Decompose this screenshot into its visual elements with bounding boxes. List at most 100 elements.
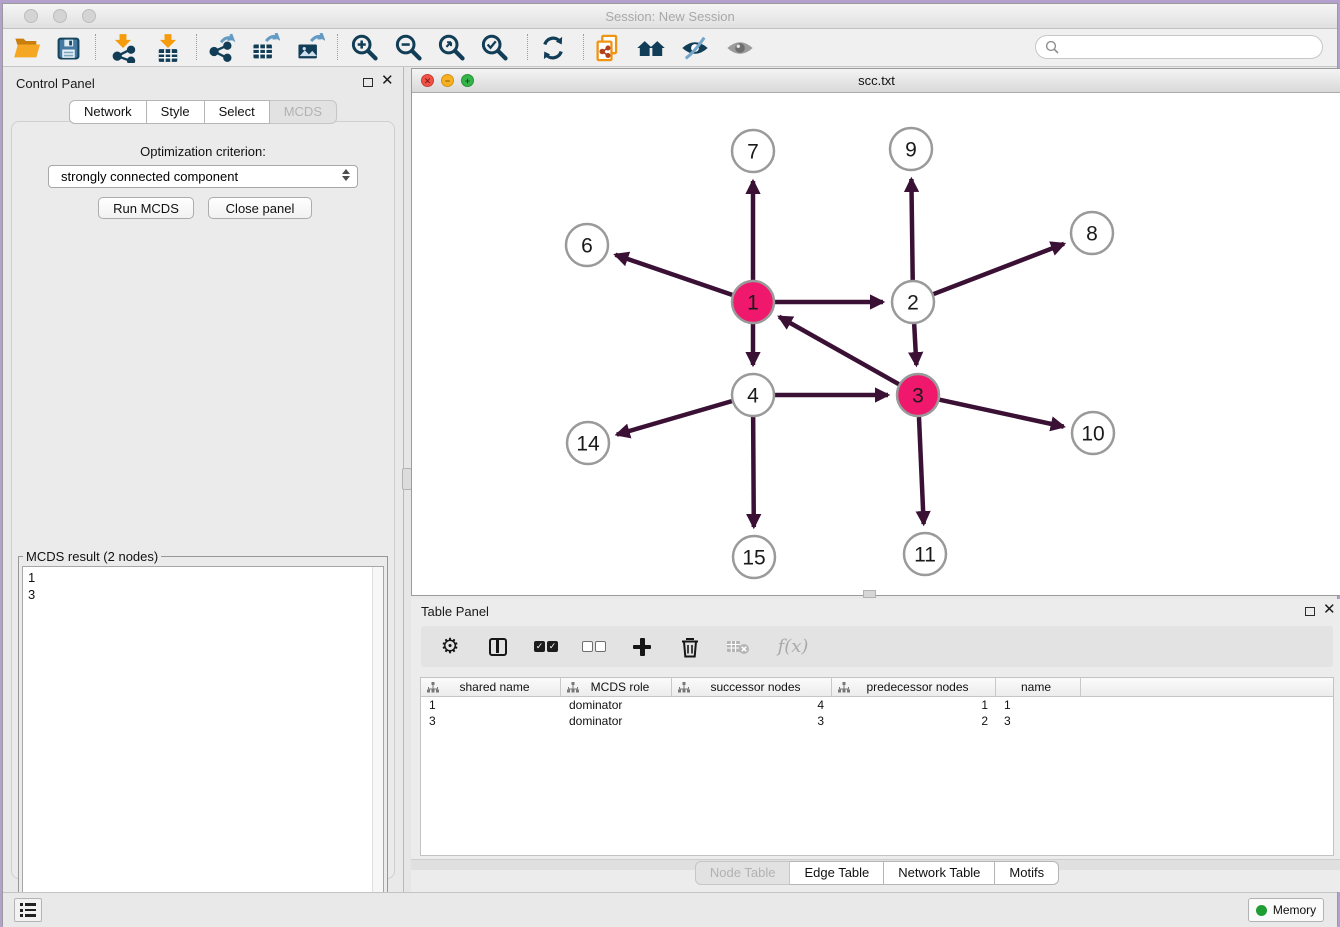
cell-shared-name[interactable]: 3: [421, 714, 561, 728]
tab-network[interactable]: Network: [69, 100, 147, 124]
export-table-icon[interactable]: [248, 32, 282, 64]
select-all-rows-icon[interactable]: ✓✓: [533, 634, 559, 660]
close-table-panel-icon[interactable]: ✕: [1323, 605, 1336, 615]
cell-name[interactable]: 3: [996, 714, 1081, 728]
cell-predecessor-nodes[interactable]: 1: [832, 698, 996, 712]
column-visibility-icon[interactable]: [485, 634, 511, 660]
control-panel: Control Panel ✕ Network Style Select MCD…: [3, 67, 404, 892]
add-column-icon[interactable]: [629, 634, 655, 660]
application-window: Session: New Session: [2, 3, 1338, 926]
graph-edge-3-1[interactable]: [779, 317, 899, 384]
float-panel-icon[interactable]: [363, 78, 373, 87]
table-settings-gear-icon[interactable]: ⚙: [437, 634, 463, 660]
optimization-criterion-select[interactable]: strongly connected component: [48, 165, 358, 188]
tab-mcds[interactable]: MCDS: [270, 100, 337, 124]
tab-style[interactable]: Style: [147, 100, 205, 124]
tab-edge-table[interactable]: Edge Table: [790, 861, 884, 885]
control-panel-tabs: Network Style Select MCDS: [3, 100, 403, 124]
network-view-window: ✕ − + scc.txt 7968124314101511: [411, 68, 1340, 596]
graph-edge-2-8[interactable]: [934, 244, 1064, 294]
close-panel-button[interactable]: Close panel: [208, 197, 312, 219]
toolbar-separator: [196, 34, 198, 60]
network-window-title: scc.txt: [412, 73, 1340, 88]
tab-network-table[interactable]: Network Table: [884, 861, 995, 885]
graph-edge-1-6[interactable]: [615, 255, 732, 295]
search-input[interactable]: [1064, 39, 1322, 56]
table-row[interactable]: 1 dominator 4 1 1: [421, 697, 1333, 713]
cell-successor-nodes[interactable]: 4: [672, 698, 832, 712]
deselect-all-rows-icon[interactable]: [581, 634, 607, 660]
table-tabs: Node Table Edge Table Network Table Moti…: [411, 861, 1340, 885]
import-network-icon[interactable]: [106, 32, 140, 64]
column-header-successor-nodes[interactable]: successor nodes: [672, 678, 832, 696]
cell-shared-name[interactable]: 1: [421, 698, 561, 712]
export-network-icon[interactable]: [204, 32, 238, 64]
zoom-fit-icon[interactable]: [434, 32, 468, 64]
network-graph[interactable]: 7968124314101511: [412, 93, 1340, 595]
column-header-shared-name[interactable]: shared name: [421, 678, 561, 696]
export-image-icon[interactable]: [293, 32, 327, 64]
zoom-out-icon[interactable]: [391, 32, 425, 64]
mcds-result-group: MCDS result (2 nodes) 1 3: [18, 549, 388, 927]
toolbar-separator: [583, 34, 585, 60]
float-table-panel-icon[interactable]: [1305, 607, 1315, 616]
graph-node-label-8: 8: [1086, 222, 1098, 245]
node-table: shared name MCDS role successor nodes pr…: [420, 677, 1334, 856]
cell-predecessor-nodes[interactable]: 2: [832, 714, 996, 728]
save-session-icon[interactable]: [51, 32, 85, 64]
graph-edge-4-14[interactable]: [617, 401, 732, 434]
horizontal-splitter-grip[interactable]: [863, 590, 876, 598]
search-field[interactable]: [1035, 35, 1323, 59]
home-layout-icon[interactable]: [634, 32, 668, 64]
status-bar: Memory: [3, 892, 1337, 927]
list-icon: [20, 903, 36, 917]
search-icon: [1045, 40, 1059, 54]
zoom-in-icon[interactable]: [347, 32, 381, 64]
column-header-mcds-role[interactable]: MCDS role: [561, 678, 672, 696]
duplicate-network-icon[interactable]: [591, 32, 625, 64]
graph-edge-3-11[interactable]: [919, 417, 924, 524]
close-panel-icon[interactable]: ✕: [381, 76, 394, 86]
table-panel: Table Panel ✕ ⚙ ✓✓ f(x) shared name: [411, 599, 1340, 892]
table-toolbar: ⚙ ✓✓ f(x): [421, 626, 1333, 667]
toolbar-separator: [95, 34, 97, 60]
toolbar-separator: [527, 34, 529, 60]
delete-column-icon[interactable]: [677, 634, 703, 660]
delete-table-icon-disabled: [725, 634, 751, 660]
cell-mcds-role[interactable]: dominator: [561, 714, 672, 728]
graph-edges: [615, 179, 1064, 527]
memory-status-icon: [1256, 905, 1267, 916]
tab-select[interactable]: Select: [205, 100, 270, 124]
column-header-name[interactable]: name: [996, 678, 1081, 696]
mcds-result-legend: MCDS result (2 nodes): [23, 549, 161, 564]
tab-motifs[interactable]: Motifs: [995, 861, 1059, 885]
refresh-icon[interactable]: [536, 32, 570, 64]
result-scrollbar[interactable]: [372, 567, 383, 923]
cell-successor-nodes[interactable]: 3: [672, 714, 832, 728]
mcds-result-line: 1: [28, 569, 378, 586]
graph-edge-2-3[interactable]: [914, 324, 916, 365]
show-graphics-icon[interactable]: [723, 32, 757, 64]
table-row[interactable]: 3 dominator 3 2 3: [421, 713, 1333, 729]
window-titlebar: Session: New Session: [3, 4, 1337, 29]
zoom-selected-icon[interactable]: [477, 32, 511, 64]
import-table-icon[interactable]: [151, 32, 185, 64]
function-builder-icon-disabled: f(x): [773, 634, 813, 660]
column-type-icon: [567, 682, 579, 693]
run-mcds-button[interactable]: Run MCDS: [98, 197, 194, 219]
graph-edge-4-15[interactable]: [753, 417, 754, 527]
cell-name[interactable]: 1: [996, 698, 1081, 712]
mcds-result-line: 3: [28, 586, 378, 603]
hide-unhide-icon[interactable]: [678, 32, 712, 64]
open-file-icon[interactable]: [10, 32, 44, 64]
column-header-predecessor-nodes[interactable]: predecessor nodes: [832, 678, 996, 696]
tab-node-table[interactable]: Node Table: [695, 861, 791, 885]
memory-button[interactable]: Memory: [1248, 898, 1324, 922]
graph-edge-3-10[interactable]: [939, 400, 1063, 427]
mcds-result-text[interactable]: 1 3: [22, 566, 384, 924]
cell-mcds-role[interactable]: dominator: [561, 698, 672, 712]
graph-node-label-11: 11: [914, 543, 936, 566]
task-history-button[interactable]: [14, 898, 42, 922]
graph-edge-2-9[interactable]: [911, 179, 912, 280]
graph-node-label-10: 10: [1081, 422, 1104, 445]
